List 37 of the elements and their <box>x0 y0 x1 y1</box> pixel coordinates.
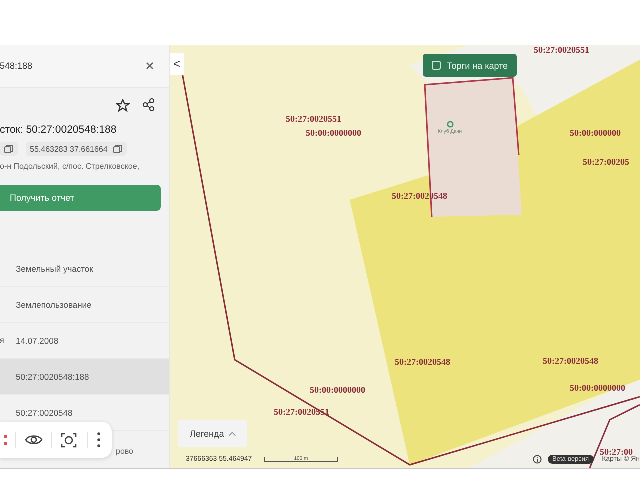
parcel-number: 50:00:0000000 <box>310 385 366 395</box>
auction-toggle[interactable]: Торги на карте <box>423 54 518 77</box>
parcel-heading: сток: 50:27:0020548:188 <box>0 124 118 136</box>
report-button[interactable]: Получить отчет <box>0 185 161 211</box>
field-value: Землепользование <box>16 300 92 310</box>
field-value: рово <box>116 447 134 456</box>
field-value: Земельный участок <box>16 264 94 274</box>
place-icon <box>446 121 454 128</box>
parcel-number: 50:27:00205 <box>583 157 630 167</box>
close-icon[interactable] <box>145 61 155 71</box>
coordinates-chip[interactable]: 55.463283 37.661664 <box>26 142 127 156</box>
back-button[interactable]: < <box>170 53 184 75</box>
eye-icon[interactable] <box>24 433 43 447</box>
checkbox[interactable] <box>432 61 441 70</box>
parcel-number: 50:27:00 <box>600 447 633 457</box>
field-value: 14.07.2008 <box>16 336 59 346</box>
cadastral-chip[interactable] <box>0 142 18 156</box>
more-icon[interactable] <box>96 432 102 448</box>
copy-icon <box>112 144 123 154</box>
parcel-number: 50:27:0020551 <box>534 45 590 55</box>
star-icon[interactable] <box>116 98 130 112</box>
info-icon[interactable] <box>532 455 542 464</box>
address-text: о-н Подольский, с/пос. Стрелковское, <box>0 162 141 171</box>
panel-title: 548:188 <box>0 61 33 71</box>
copy-icon <box>4 144 14 154</box>
field-value: 50:27:0020548 <box>16 408 73 418</box>
parcel-number: 50:00:0000000 <box>306 128 362 138</box>
camera-icon[interactable] <box>60 432 78 448</box>
parcel-number: 50:27:0020551 <box>286 114 342 124</box>
parcel-number: 50:27:0020548 <box>395 357 450 367</box>
parcel-number: 50:00:000000 <box>570 128 621 138</box>
parcel-number: 50:27:0020548 <box>543 356 598 366</box>
field-label: я <box>0 336 4 345</box>
dots-icon[interactable] <box>4 433 8 447</box>
field-value: 50:27:0020548:188 <box>16 372 90 382</box>
share-icon[interactable] <box>142 98 155 112</box>
legend-button[interactable]: Легенда <box>178 420 248 447</box>
